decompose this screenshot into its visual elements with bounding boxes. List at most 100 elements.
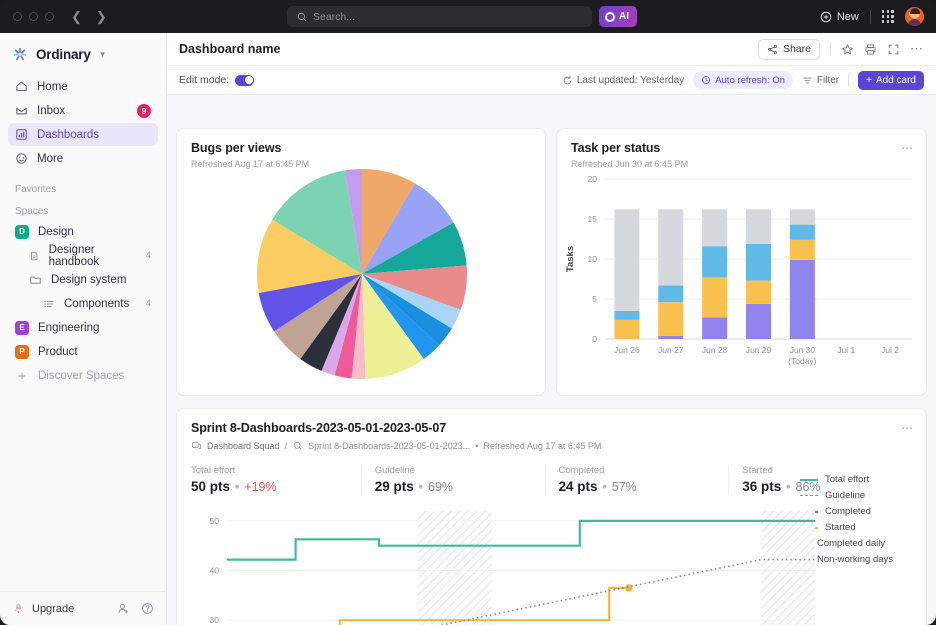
expand-icon[interactable] [887,43,900,56]
bar-segment[interactable] [702,317,727,339]
edit-mode-toggle[interactable] [235,75,254,86]
breadcrumb-team[interactable]: Dashboard Squad [207,441,280,451]
bar-segment[interactable] [746,304,771,339]
edit-mode-control[interactable]: Edit mode: [179,74,254,86]
bar-segment[interactable] [658,285,683,302]
primary-nav: Home Inbox 9 Dashboards [0,75,166,170]
space-label: Design system [51,274,126,286]
bar-segment[interactable] [790,240,815,260]
burndown-chart[interactable]: 304050 [185,505,825,625]
back-icon[interactable]: ❮ [71,10,82,23]
legend-item[interactable]: Total effort [800,471,912,487]
bar-segment[interactable] [658,209,683,285]
avatar[interactable] [905,7,924,26]
bar-segment[interactable] [746,281,771,304]
sidebar-space-engineering[interactable]: E Engineering [8,316,158,339]
bar-segment[interactable] [790,225,815,240]
breadcrumb-sprint[interactable]: Sprint 8-Dashboards-2023-05-01-2023... [308,441,470,451]
close-window-button[interactable] [13,12,22,21]
history-nav[interactable]: ❮ ❯ [71,10,107,23]
card-header: Bugs per views Refreshed Aug 17 at 6:45 … [177,129,545,169]
legend-label: Completed [825,506,871,517]
doc-icon [29,250,40,262]
help-circle-icon[interactable] [141,602,154,615]
forward-icon[interactable]: ❯ [96,10,107,23]
maximize-window-button[interactable] [45,12,54,21]
add-user-icon[interactable] [117,602,130,615]
filter-button[interactable]: Filter [802,75,839,86]
sidebar-item-dashboards[interactable]: Dashboards [8,123,158,146]
sidebar-space-product[interactable]: P Product [8,340,158,363]
bar-segment[interactable] [614,311,639,320]
bar-segment[interactable] [790,209,815,224]
bar-segment[interactable] [614,209,639,311]
share-button[interactable]: Share [758,39,820,60]
titlebar: ❮ ❯ Search... AI New [0,0,936,33]
upgrade-label[interactable]: Upgrade [32,603,74,615]
search-input[interactable]: Search... [287,6,592,27]
bar-segment[interactable] [658,302,683,336]
new-label: New [837,11,859,23]
bar-segment[interactable] [702,209,727,246]
series-line[interactable] [345,560,815,625]
stacked-bar-chart[interactable]: 05101520TasksJun 26Jun 27Jun 28Jun 29Jun… [557,169,928,384]
legend-label: Completed daily [817,538,885,549]
legend-label: Non-working days [817,554,893,565]
legend-item[interactable]: Guideline [800,487,912,503]
sidebar-item-design-system[interactable]: Design system [8,268,158,291]
sidebar-item-more[interactable]: More [8,147,158,170]
series-line[interactable] [227,521,815,560]
space-label: Product [38,346,78,358]
metric-value: 29 pts • 69% [375,479,545,494]
bar-segment[interactable] [614,320,639,339]
breadcrumb: Dashboard Squad / Sprint 8-Dashboards-20… [191,440,912,451]
sidebar-item-components[interactable]: Components 4 [8,292,158,315]
discover-spaces-button[interactable]: + Discover Spaces [8,364,158,387]
metric-percent: 69% [428,480,453,494]
space-label: Engineering [38,322,99,334]
pie-chart[interactable] [177,169,547,384]
bar-segment[interactable] [790,260,815,339]
bar-segment[interactable] [702,246,727,277]
workspace-switcher[interactable]: Ordinary ▼ [0,39,166,69]
metric-guideline: Guideline 29 pts • 69% [361,465,545,494]
card-sprint-burndown[interactable]: Sprint 8-Dashboards-2023-05-01-2023-05-0… [176,408,927,625]
page-title[interactable]: Dashboard name [179,42,280,56]
card-subtitle: Refreshed Jun 30 at 6:45 PM [571,159,912,169]
card-task-per-status[interactable]: Task per status Refreshed Jun 30 at 6:45… [556,128,927,396]
sidebar-item-home[interactable]: Home [8,75,158,98]
window-controls[interactable] [13,12,54,21]
metric-label: Total effort [191,465,361,476]
series-marker[interactable] [625,584,633,592]
legend-swatch-icon [800,495,818,496]
bar-segment[interactable] [702,277,727,317]
home-icon [15,80,28,93]
bar-segment[interactable] [746,209,771,243]
add-card-button[interactable]: + Add card [858,71,924,90]
more-circle-icon [15,152,28,165]
sidebar-item-designer-handbook[interactable]: Designer handbook 4 [8,244,158,267]
ai-button[interactable]: AI [599,6,637,27]
ellipsis-icon[interactable]: ⋯ [901,141,914,155]
sidebar-item-inbox[interactable]: Inbox 9 [8,99,158,122]
bar-segment[interactable] [746,244,771,281]
item-count: 4 [146,250,151,261]
discover-label: Discover Spaces [38,370,124,382]
footer-icons [117,602,154,615]
y-tick-label: 0 [592,334,597,344]
ellipsis-icon[interactable]: ⋯ [910,45,924,53]
ai-icon [605,12,615,22]
new-button[interactable]: New [820,11,859,23]
minimize-window-button[interactable] [29,12,38,21]
sidebar-space-design[interactable]: D Design [8,220,158,243]
auto-refresh-pill[interactable]: Auto refresh: On [693,71,793,89]
chevron-down-icon[interactable]: ▼ [99,50,107,59]
card-bugs-per-views[interactable]: Bugs per views Refreshed Aug 17 at 6:45 … [176,128,546,396]
apps-grid-icon[interactable] [882,10,894,22]
star-icon[interactable] [841,43,854,56]
print-icon[interactable] [864,43,877,56]
bar-segment[interactable] [658,336,683,339]
x-tick-label: Jul 1 [837,345,855,355]
ellipsis-icon[interactable]: ⋯ [901,421,914,435]
y-tick-label: 40 [210,566,220,576]
